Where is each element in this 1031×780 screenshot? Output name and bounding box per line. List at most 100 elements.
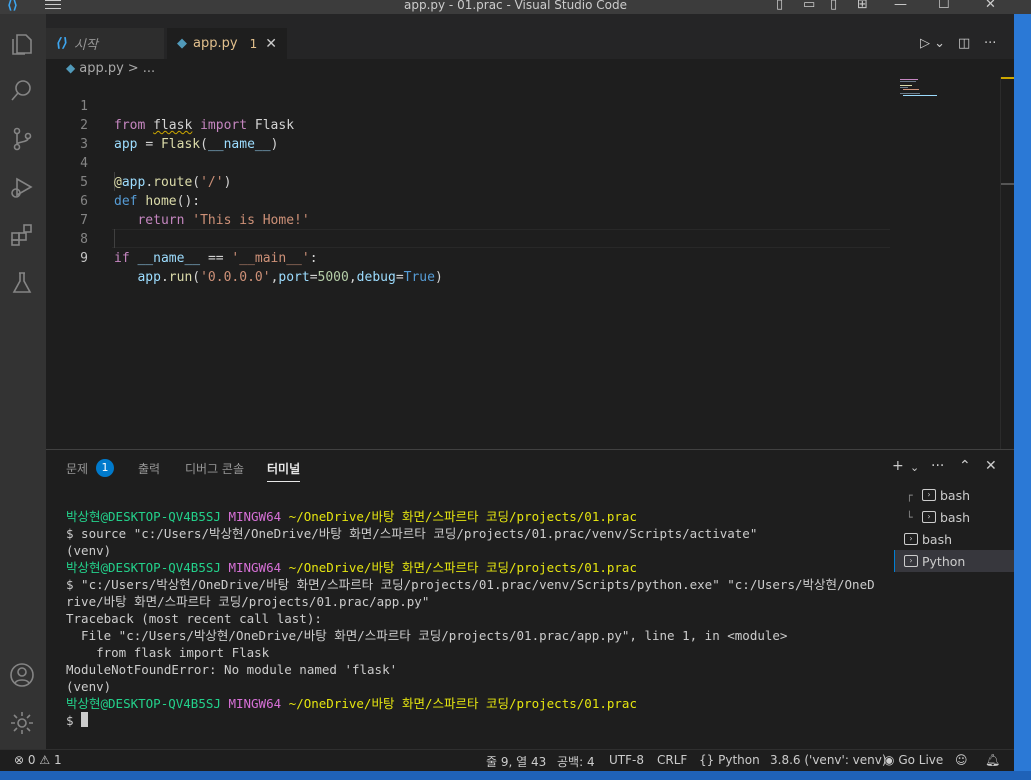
testing-icon[interactable] — [8, 269, 38, 299]
close-window-icon[interactable]: ✕ — [985, 0, 996, 12]
indentation[interactable]: 공백: 4 — [557, 753, 595, 770]
go-live-button[interactable]: ◉ Go Live — [884, 753, 943, 767]
activity-bar — [0, 14, 46, 749]
breadcrumb-rest[interactable]: ... — [143, 61, 155, 76]
breadcrumb-file[interactable]: app.py — [79, 61, 124, 76]
terminal-item-label: bash — [922, 531, 953, 547]
tab-label: app.py — [193, 36, 238, 51]
notifications-bell-icon[interactable]: 🔔︎ — [985, 753, 1000, 767]
terminal-icon: › — [904, 555, 918, 567]
tab-terminal[interactable]: 터미널 — [267, 460, 301, 482]
new-terminal-icon[interactable]: + — [892, 458, 904, 474]
vscode-icon: ⟨⟩ — [56, 36, 68, 51]
code-line: 1 from flask import Flask — [46, 78, 896, 133]
feedback-icon[interactable]: ☺ — [955, 753, 968, 767]
code-editor[interactable]: 1 from flask import Flask 2 app = Flask(… — [46, 77, 1014, 449]
encoding[interactable]: UTF-8 — [609, 753, 644, 767]
maximize-panel-icon[interactable]: ⌃ — [959, 458, 971, 474]
more-panel-actions-icon[interactable]: ··· — [931, 458, 944, 474]
braces-icon: {} — [699, 753, 715, 767]
title-bar: ⟨⟩ app.py - 01.prac - Visual Studio Code… — [0, 0, 1031, 14]
terminal-line: Traceback (most recent call last): — [66, 611, 322, 626]
code-line: 4 @app.route('/') — [46, 135, 896, 190]
tab-app-py[interactable]: ◆ app.py 1 ✕ — [167, 28, 287, 59]
terminal-icon: › — [922, 511, 936, 523]
line-ending[interactable]: CRLF — [657, 753, 687, 767]
explorer-icon[interactable] — [8, 30, 38, 60]
terminal-prompt: 박상현@DESKTOP-QV4B5SJ MINGW64 ~/OneDrive/바… — [66, 560, 637, 575]
code-line: 9 app.run('0.0.0.0',port=5000,debug=True… — [46, 230, 896, 285]
problems-badge: 1 — [96, 459, 114, 477]
terminal-icon: › — [904, 533, 918, 545]
close-panel-icon[interactable]: ✕ — [985, 458, 997, 474]
taskbar — [0, 771, 1031, 780]
code-text: app.run('0.0.0.0',port=5000,debug=True) — [137, 270, 443, 285]
status-bar: ⊗ 0 ⚠ 1 줄 9, 열 43 공백: 4 UTF-8 CRLF {} Py… — [0, 749, 1014, 771]
account-icon[interactable] — [8, 661, 38, 691]
maximize-icon[interactable]: ☐ — [938, 0, 950, 12]
tab-welcome[interactable]: ⟨⟩ 시작 — [46, 28, 164, 59]
terminal-line: (venv) — [66, 679, 112, 694]
layout-toggle-icon[interactable]: ▯ — [776, 0, 783, 12]
code-line: 7 — [46, 192, 896, 228]
terminal-list: ┌ › bash └ › bash › bash › Python — [894, 484, 1014, 572]
window-title: app.py - 01.prac - Visual Studio Code — [403, 0, 628, 12]
close-tab-icon[interactable]: ✕ — [265, 36, 277, 52]
language-mode[interactable]: {} Python — [699, 753, 760, 767]
terminal-cursor — [81, 712, 89, 727]
terminal-prompt: 박상현@DESKTOP-QV4B5SJ MINGW64 ~/OneDrive/바… — [66, 509, 637, 524]
customize-layout-icon[interactable]: ⊞ — [857, 0, 868, 12]
terminal-item-label: bash — [940, 487, 971, 503]
tree-connector: └ — [906, 510, 913, 524]
tab-debug-console[interactable]: 디버그 콘솔 — [185, 460, 244, 477]
problems-status[interactable]: ⊗ 0 ⚠ 1 — [14, 753, 62, 767]
problems-count: 1 — [249, 36, 258, 51]
terminal-item-bash[interactable]: ┌ › bash — [894, 484, 1014, 506]
search-icon[interactable] — [8, 77, 38, 107]
code-line: 3 — [46, 116, 896, 152]
more-actions-icon[interactable]: ··· — [984, 36, 996, 51]
terminal-item-bash[interactable]: › bash — [894, 528, 1014, 550]
code-line: 2 app = Flask(__name__) — [46, 97, 896, 152]
run-python-icon[interactable]: ▷ ⌄ — [920, 36, 945, 51]
python-file-icon: ◆ — [66, 61, 76, 75]
editor-scrollbar[interactable] — [1000, 77, 1015, 449]
error-icon: ⊗ — [14, 753, 25, 767]
terminal-item-bash[interactable]: └ › bash — [894, 506, 1014, 528]
terminal-line: File "c:/Users/박상현/OneDrive/바탕 화면/스파르타 코… — [66, 628, 788, 643]
terminal-icon: › — [922, 489, 936, 501]
tab-problems[interactable]: 문제 — [66, 460, 88, 477]
tab-output[interactable]: 출력 — [138, 460, 160, 477]
breadcrumb-separator: > — [127, 60, 139, 76]
panel-toggle-icon[interactable]: ▭ — [803, 0, 815, 12]
terminal-output[interactable]: 박상현@DESKTOP-QV4B5SJ MINGW64 ~/OneDrive/바… — [66, 508, 886, 729]
scrollbar-cursor-marker — [1001, 183, 1015, 185]
settings-gear-icon[interactable] — [8, 709, 38, 739]
terminal-input-line[interactable]: $ — [66, 712, 886, 729]
terminal-line: (venv) — [66, 543, 112, 558]
terminal-item-label: Python — [922, 553, 966, 569]
editor-tabs: ⟨⟩ 시작 ◆ app.py 1 ✕ ▷ ⌄ ◫ ··· — [46, 14, 1014, 59]
code-line: 6 return 'This is Home!' — [46, 173, 896, 228]
terminal-line: $ "c:/Users/박상현/OneDrive/바탕 화면/스파르타 코딩/p… — [66, 577, 875, 592]
minimize-icon[interactable]: — — [894, 0, 907, 12]
bottom-panel: 문제 1 출력 디버그 콘솔 터미널 + ⌄ ··· ⌃ ✕ 박상현@DESKT… — [46, 449, 1014, 749]
scrollbar-warning-marker — [1001, 77, 1015, 79]
breadcrumb: ◆ app.py > ... — [66, 59, 155, 77]
code-line: 5 def home(): — [46, 154, 896, 209]
terminal-prompt: 박상현@DESKTOP-QV4B5SJ MINGW64 ~/OneDrive/바… — [66, 696, 637, 711]
run-debug-icon[interactable] — [8, 173, 38, 203]
python-interpreter[interactable]: 3.8.6 ('venv': venv) — [770, 753, 887, 767]
extensions-icon[interactable] — [8, 221, 38, 251]
minimap[interactable] — [898, 78, 1000, 98]
cursor-position[interactable]: 줄 9, 열 43 — [486, 753, 546, 770]
code-line: 8 if __name__ == '__main__': — [46, 211, 896, 266]
source-control-icon[interactable] — [8, 125, 38, 155]
sidebar-toggle-icon[interactable]: ▯ — [830, 0, 837, 12]
terminal-item-python[interactable]: › Python — [894, 550, 1014, 572]
split-editor-icon[interactable]: ◫ — [958, 36, 970, 51]
python-file-icon: ◆ — [177, 36, 187, 51]
desktop-background — [1014, 14, 1031, 780]
terminal-dropdown-icon[interactable]: ⌄ — [910, 461, 919, 474]
tab-label: 시작 — [73, 38, 98, 53]
